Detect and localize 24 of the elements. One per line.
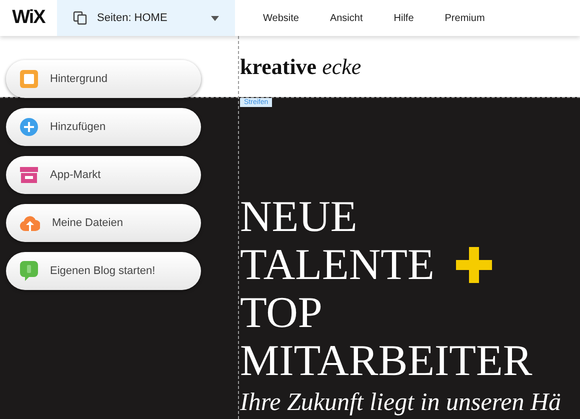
menu-item[interactable]: Website: [263, 12, 299, 24]
square-icon: [20, 70, 38, 88]
store-icon: [20, 166, 38, 184]
site-title: kreative ecke: [240, 54, 362, 80]
blog-icon: [20, 261, 38, 281]
pages-dropdown[interactable]: Seiten: HOME: [57, 0, 235, 36]
menu-item[interactable]: Ansicht: [330, 12, 363, 24]
sidebar-button[interactable]: Meine Dateien: [6, 204, 201, 242]
sidebar-button[interactable]: App-Markt: [6, 156, 201, 194]
headline-line: MITARBEITER: [240, 337, 532, 385]
headline-line: TOP: [240, 289, 322, 337]
wix-logo[interactable]: WiX: [0, 0, 57, 36]
pages-icon: [73, 11, 87, 25]
sidebar-button[interactable]: Hinzufügen: [6, 108, 201, 146]
subtitle: Ihre Zukunft liegt in unseren Hä: [240, 389, 562, 417]
headline-line: NEUE: [240, 193, 358, 241]
headline-line: TALENTE: [240, 241, 434, 289]
cloud-upload-icon: [20, 215, 40, 231]
sidebar-button[interactable]: Eigenen Blog starten!: [6, 252, 201, 290]
menu-item[interactable]: Premium: [444, 12, 485, 24]
sidebar-button[interactable]: Hintergrund: [6, 60, 201, 98]
plus-icon: [20, 118, 38, 136]
caret-icon: [211, 16, 219, 20]
menu-item[interactable]: Hilfe: [394, 12, 414, 24]
